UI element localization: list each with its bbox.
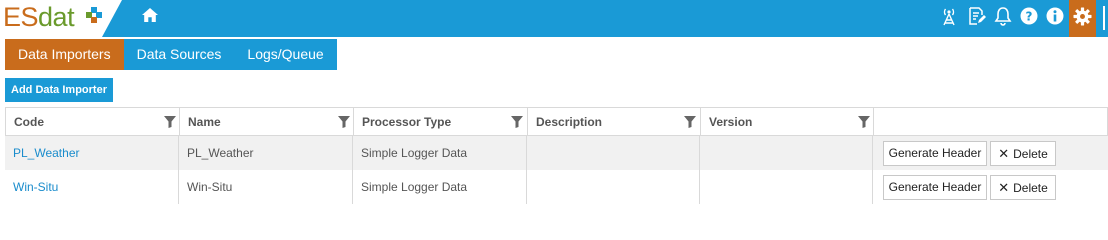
column-label: Code [14,115,44,129]
cell-name: PL_Weather [179,136,353,170]
cell-code: Win-Situ [5,170,179,204]
cell-processor-type: Simple Logger Data [353,170,527,204]
generate-header-button[interactable]: Generate Header [883,175,987,200]
table-row: Win-Situ Win-Situ Simple Logger Data Gen… [5,170,1108,204]
cell-version [700,170,873,204]
close-icon: ✕ [998,180,1010,195]
info-icon[interactable] [1045,6,1065,26]
cell-processor-type: Simple Logger Data [353,136,527,170]
tab-data-importers[interactable]: Data Importers [5,39,124,70]
filter-icon[interactable] [511,116,523,128]
column-header-name[interactable]: Name [180,108,354,135]
column-header-version[interactable]: Version [701,108,874,135]
tab-bar: Data Importers Data Sources Logs/Queue [5,39,337,70]
close-icon: ✕ [998,146,1010,161]
logo-cross-icon [86,7,102,23]
cell-name: Win-Situ [179,170,353,204]
column-label: Name [188,115,221,129]
topbar-divider [1103,6,1105,30]
help-icon[interactable]: ? [1019,6,1039,26]
delete-label: Delete [1013,147,1048,161]
delete-label: Delete [1013,181,1048,195]
filter-icon[interactable] [684,116,696,128]
column-label: Description [536,115,603,129]
tab-logs-queue[interactable]: Logs/Queue [234,39,337,70]
delete-button[interactable]: ✕ Delete [990,141,1056,166]
generate-header-button[interactable]: Generate Header [883,141,987,166]
table-row: PL_Weather PL_Weather Simple Logger Data… [5,136,1108,170]
column-header-code[interactable]: Code [6,108,180,135]
cell-description [527,136,700,170]
top-bar: ESdat ? [0,0,1108,37]
svg-text:?: ? [1026,10,1033,24]
importers-table: Code Name Processor Type Description Ver… [5,107,1108,210]
bell-icon[interactable] [993,6,1013,26]
column-header-description[interactable]: Description [528,108,701,135]
antenna-icon[interactable] [939,6,959,26]
cell-code: PL_Weather [5,136,179,170]
edit-document-icon[interactable] [967,6,987,26]
app-logo[interactable]: ESdat [0,0,122,37]
table-header: Code Name Processor Type Description Ver… [5,107,1108,136]
gear-icon [1073,7,1092,26]
settings-button[interactable] [1069,0,1096,37]
cell-description [527,170,700,204]
logo-text: ESdat [3,2,75,32]
delete-button[interactable]: ✕ Delete [990,175,1056,200]
add-data-importer-button[interactable]: Add Data Importer [5,78,113,102]
column-label: Version [709,115,753,129]
column-label: Processor Type [362,115,452,129]
importer-code-link[interactable]: Win-Situ [13,180,58,194]
home-icon[interactable] [141,6,159,24]
importer-code-link[interactable]: PL_Weather [13,146,80,160]
filter-icon[interactable] [164,116,176,128]
column-header-processor-type[interactable]: Processor Type [354,108,528,135]
tab-data-sources[interactable]: Data Sources [123,39,235,70]
cell-version [700,136,873,170]
column-header-actions [874,108,1107,135]
filter-icon[interactable] [858,116,870,128]
filter-icon[interactable] [338,116,350,128]
